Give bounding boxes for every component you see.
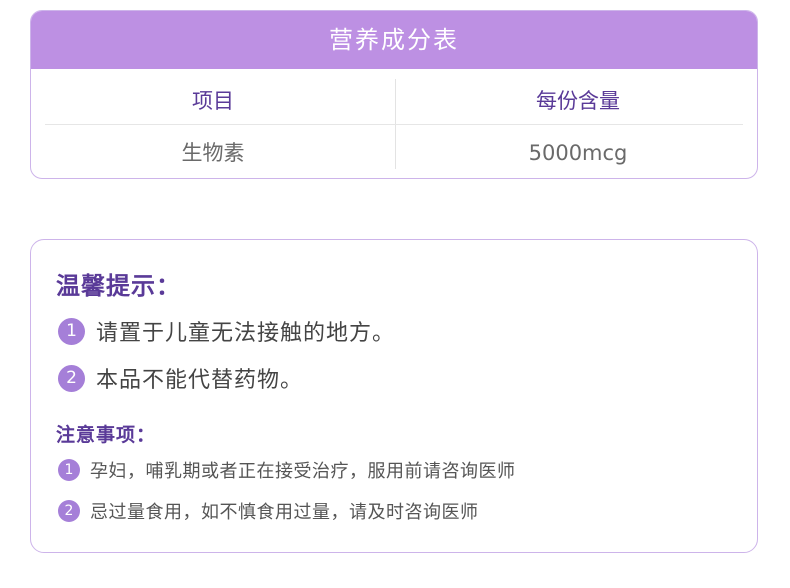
nutrition-table-card: 营养成分表 项目 每份含量 生物素 5000mcg <box>30 10 758 179</box>
note-text: 孕妇，哺乳期或者正在接受治疗，服用前请咨询医师 <box>90 461 516 482</box>
tips-title: 温馨提示： <box>56 272 181 300</box>
column-header-item: 项目 <box>192 89 234 113</box>
tips-card: 温馨提示： 1 请置于儿童无法接触的地方。 2 本品不能代替药物。 注意事项： … <box>30 239 758 553</box>
row-divider <box>45 124 743 125</box>
tip-text: 请置于儿童无法接触的地方。 <box>96 321 396 346</box>
nutrition-table-title: 营养成分表 <box>31 11 757 69</box>
note-item: 2 忌过量食用，如不慎食用过量，请及时咨询医师 <box>58 498 479 524</box>
notes-title: 注意事项： <box>56 424 157 446</box>
column-header-amount: 每份含量 <box>536 89 620 113</box>
note-item: 1 孕妇，哺乳期或者正在接受治疗，服用前请咨询医师 <box>58 457 516 483</box>
number-badge-icon: 2 <box>58 364 85 392</box>
number-badge-icon: 1 <box>58 459 80 481</box>
note-text: 忌过量食用，如不慎食用过量，请及时咨询医师 <box>90 502 479 523</box>
tip-item: 2 本品不能代替药物。 <box>58 362 303 394</box>
table-cell-amount: 5000mcg <box>528 141 628 165</box>
number-badge-icon: 2 <box>58 500 80 522</box>
nutrition-table: 项目 每份含量 生物素 5000mcg <box>31 69 757 178</box>
tip-text: 本品不能代替药物。 <box>96 368 304 393</box>
number-badge-icon: 1 <box>58 317 85 345</box>
tip-item: 1 请置于儿童无法接触的地方。 <box>58 315 395 347</box>
table-cell-item: 生物素 <box>181 141 245 165</box>
